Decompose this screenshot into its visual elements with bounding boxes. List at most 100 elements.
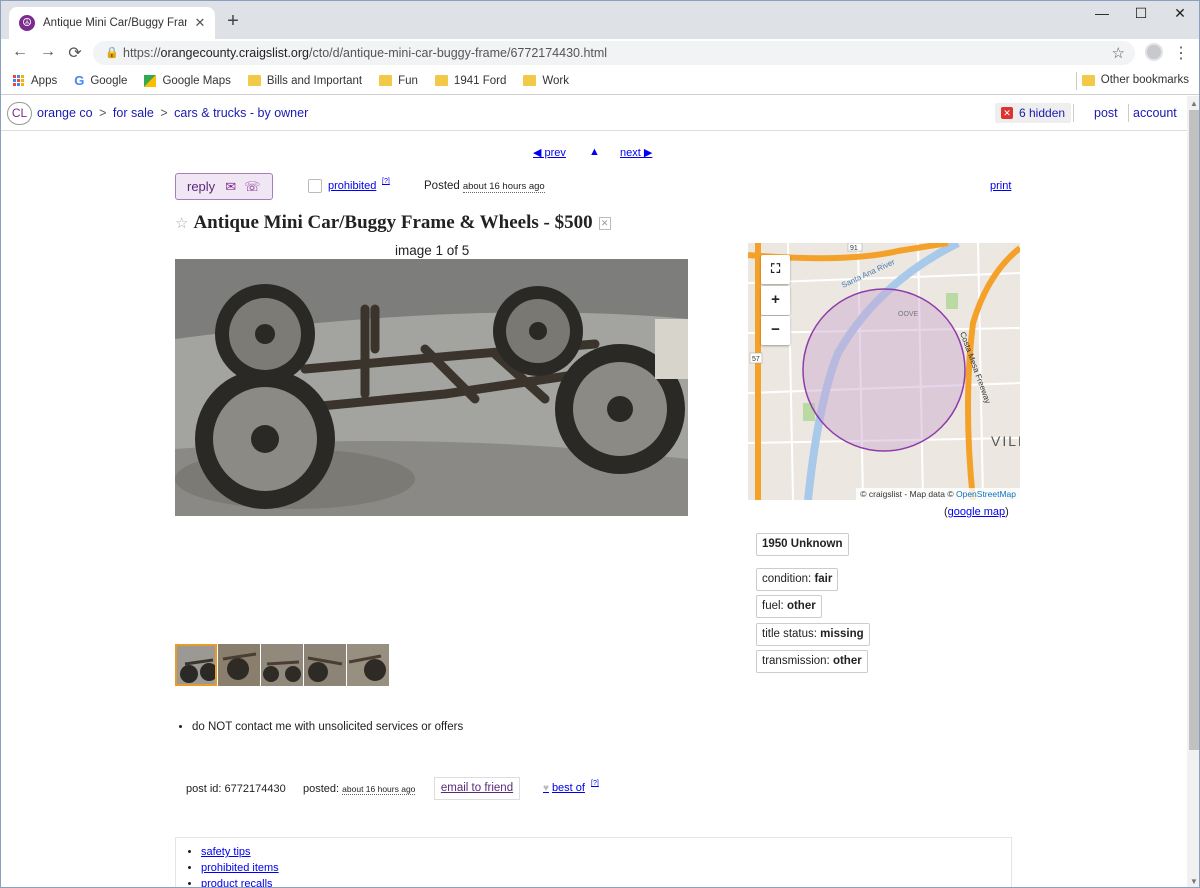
bookmarks-divider xyxy=(1076,72,1077,90)
hide-icon: ✕ xyxy=(1001,107,1013,119)
account-link[interactable]: account xyxy=(1133,106,1177,120)
prohibited-items-link[interactable]: prohibited items xyxy=(201,860,279,876)
other-bookmarks[interactable]: Other bookmarks xyxy=(1081,74,1189,86)
folder-icon xyxy=(523,75,537,86)
year-model-attribute: 1950 Unknown xyxy=(756,533,849,556)
prohibited-checkbox[interactable] xyxy=(308,179,322,193)
reply-button[interactable]: reply ✉ ☏ xyxy=(175,173,273,200)
new-tab-button[interactable]: + xyxy=(223,11,243,31)
bookmarks-bar: Apps G Google Google Maps Bills and Impo… xyxy=(1,67,1199,95)
bookmark-work[interactable]: Work xyxy=(523,75,569,87)
page-content: CL orange co > for sale > cars & trucks … xyxy=(1,96,1187,887)
prohibited-link[interactable]: prohibited xyxy=(328,180,376,192)
thumbnail-3[interactable] xyxy=(261,644,303,686)
map-label-vill: VILL xyxy=(991,433,1020,449)
page-scrollbar[interactable]: ▲ ▼ xyxy=(1187,96,1199,887)
image-counter: image 1 of 5 xyxy=(395,243,470,258)
bookmark-star-icon[interactable]: ☆ xyxy=(1112,44,1125,62)
thumbnail-strip xyxy=(175,644,390,686)
fuel-attribute: fuel: other xyxy=(756,595,822,618)
prev-link[interactable]: ◀ prev xyxy=(533,146,566,159)
maximize-button[interactable]: ☐ xyxy=(1126,5,1156,22)
product-recalls-link[interactable]: product recalls xyxy=(201,876,279,887)
hide-posting-icon[interactable]: ✕ xyxy=(598,216,611,230)
crumb-area[interactable]: orange co xyxy=(37,106,93,120)
zoom-in-button[interactable]: + xyxy=(761,286,790,315)
reload-button[interactable]: ⟳ xyxy=(65,43,85,63)
best-of-help-link[interactable]: [?] xyxy=(591,780,599,787)
main-photo[interactable] xyxy=(175,259,688,516)
forward-button[interactable]: → xyxy=(38,43,58,61)
browser-tab[interactable]: ☮ Antique Mini Car/Buggy Frame & ✕ xyxy=(9,7,215,39)
bookmark-google-maps[interactable]: Google Maps xyxy=(144,74,231,87)
title-status-attribute: title status: missing xyxy=(756,623,870,646)
close-tab-icon[interactable]: ✕ xyxy=(193,15,207,31)
address-bar[interactable]: 🔒 https://orangecounty.craigslist.org/ct… xyxy=(93,41,1135,65)
zoom-out-button[interactable]: − xyxy=(761,316,790,345)
browser-window: ☮ Antique Mini Car/Buggy Frame & ✕ + — ☐… xyxy=(0,0,1200,888)
scrollbar-thumb[interactable] xyxy=(1189,110,1199,750)
profile-avatar[interactable] xyxy=(1145,43,1163,61)
menu-icon[interactable]: ⋮ xyxy=(1173,43,1189,63)
buggy-frame-photo xyxy=(175,259,688,516)
posted-date: Posted about 16 hours ago xyxy=(424,180,545,193)
hidden-posts-badge[interactable]: ✕ 6 hidden xyxy=(995,103,1072,123)
thumbnail-1[interactable] xyxy=(175,644,217,686)
folder-icon xyxy=(1081,74,1095,86)
posting-title: ☆ Antique Mini Car/Buggy Frame & Wheels … xyxy=(175,212,611,234)
fullscreen-button[interactable]: ⛶ xyxy=(761,255,790,284)
email-to-friend-button[interactable]: email to friend xyxy=(434,777,520,800)
crumb-for-sale[interactable]: for sale xyxy=(113,106,154,120)
condition-attribute: condition: fair xyxy=(756,568,839,591)
scroll-up-arrow-icon[interactable]: ▲ xyxy=(1190,99,1198,108)
google-map-link-wrapper: (google map) xyxy=(944,506,1009,518)
map-label-57: 57 xyxy=(752,356,760,363)
map-label-91: 91 xyxy=(850,245,858,252)
folder-icon xyxy=(379,75,393,86)
minimize-button[interactable]: — xyxy=(1087,5,1117,21)
google-map-link[interactable]: google map xyxy=(948,506,1006,518)
bookmark-1941-ford[interactable]: 1941 Ford xyxy=(434,75,506,87)
craigslist-logo[interactable]: CL xyxy=(7,102,32,125)
print-link[interactable]: print xyxy=(990,180,1011,192)
map-attribution: © craigslist - Map data © OpenStreetMap xyxy=(856,488,1020,500)
thumbnail-2[interactable] xyxy=(218,644,260,686)
mail-icon: ✉ xyxy=(225,178,237,194)
transmission-attribute: transmission: other xyxy=(756,650,868,673)
best-of-link[interactable]: ♥ best of xyxy=(543,782,585,794)
wheel-rear-right xyxy=(493,286,583,376)
post-id: post id: 6772174430 xyxy=(186,783,286,795)
notices-list: do NOT contact me with unsolicited servi… xyxy=(178,721,463,733)
thumbnail-4[interactable] xyxy=(304,644,346,686)
bookmark-apps[interactable]: Apps xyxy=(13,75,57,87)
close-window-button[interactable]: ✕ xyxy=(1165,5,1195,22)
craigslist-header: CL orange co > for sale > cars & trucks … xyxy=(1,96,1187,131)
bookmark-google[interactable]: G Google xyxy=(74,73,127,88)
location-map[interactable]: 57 91 Santa Ana River OOVE Costa Mesa Fr… xyxy=(748,243,1020,500)
tab-strip: ☮ Antique Mini Car/Buggy Frame & ✕ + — ☐… xyxy=(1,1,1199,39)
back-button[interactable]: ← xyxy=(10,43,30,61)
header-divider xyxy=(1073,104,1074,122)
help-links-box: safety tips prohibited items product rec… xyxy=(175,837,1012,887)
maps-icon xyxy=(144,74,157,87)
crumb-category[interactable]: cars & trucks - by owner xyxy=(174,106,308,120)
heart-icon: ♥ xyxy=(543,783,549,794)
safety-tips-link[interactable]: safety tips xyxy=(201,844,279,860)
thumbnail-5[interactable] xyxy=(347,644,389,686)
up-link[interactable]: ▲ xyxy=(589,146,600,158)
wheel-front-left xyxy=(195,369,335,509)
bookmark-fun[interactable]: Fun xyxy=(379,75,418,87)
prohibited-help-link[interactable]: [?] xyxy=(382,178,390,185)
breadcrumb: orange co > for sale > cars & trucks - b… xyxy=(37,106,309,120)
post-link[interactable]: post xyxy=(1094,106,1118,120)
openstreetmap-link[interactable]: OpenStreetMap xyxy=(956,489,1016,499)
lock-icon: 🔒 xyxy=(105,47,119,59)
peace-sign-icon: ☮ xyxy=(19,15,35,31)
favorite-star-icon[interactable]: ☆ xyxy=(175,214,188,233)
folder-icon xyxy=(247,75,261,86)
browser-toolbar: ← → ⟳ 🔒 https://orangecounty.craigslist.… xyxy=(1,39,1199,67)
bookmark-bills[interactable]: Bills and Important xyxy=(247,75,362,87)
next-link[interactable]: next ▶ xyxy=(620,146,652,159)
scroll-down-arrow-icon[interactable]: ▼ xyxy=(1190,877,1198,886)
posted-info: posted: about 16 hours ago xyxy=(303,783,416,795)
